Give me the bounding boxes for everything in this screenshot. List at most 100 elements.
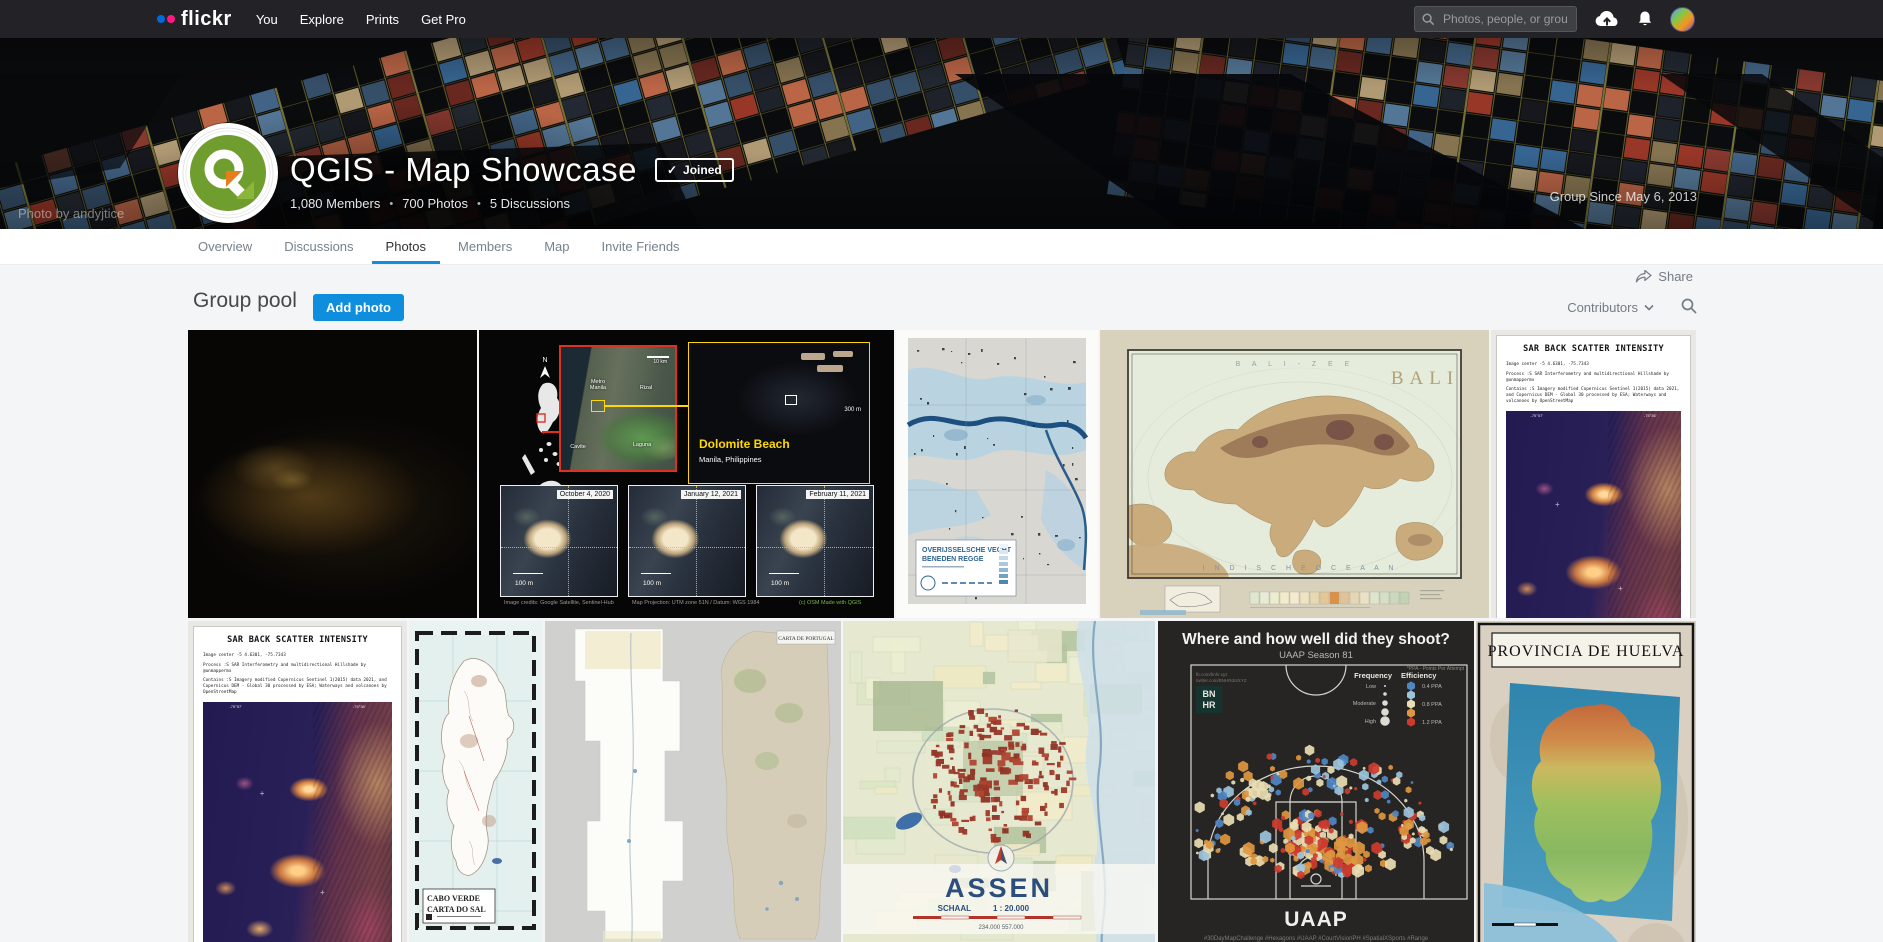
- portugal-country-map: [721, 631, 830, 939]
- yellow-locator-box: [591, 400, 605, 412]
- sar-heatmap: -75°57' -75°36' + +: [1506, 411, 1681, 618]
- tab-map[interactable]: Map: [530, 229, 583, 264]
- margin-legend: [1140, 586, 1444, 615]
- nav-you[interactable]: You: [256, 12, 278, 27]
- huelva-province: [1532, 704, 1661, 902]
- social-link: fb.com/bnhr.xyz: [1196, 672, 1228, 677]
- credit-right: (c) OSM Made with QGIS: [799, 600, 861, 606]
- flickr-logo-text: flickr: [181, 8, 232, 31]
- huelva-map-art: PROVINCIA DE HUELVA: [1476, 621, 1696, 942]
- tab-members[interactable]: Members: [444, 229, 526, 264]
- elevation-colorbar: [1250, 592, 1409, 604]
- stats-separator: •: [477, 198, 481, 210]
- flickr-logo[interactable]: flickr: [157, 8, 232, 31]
- search-input[interactable]: [1441, 11, 1569, 27]
- tab-invite-friends[interactable]: Invite Friends: [588, 229, 694, 264]
- tab-overview[interactable]: Overview: [184, 229, 266, 264]
- discussions-count-link[interactable]: 5 Discussions: [490, 196, 570, 211]
- contributors-filter[interactable]: Contributors: [1561, 299, 1660, 316]
- efficiency-hexes: [1407, 681, 1415, 726]
- nav-explore[interactable]: Explore: [300, 12, 344, 27]
- photo-tile-cabo-verde-map[interactable]: CABO VERDE CARTA DO SAL: [409, 621, 542, 942]
- nav-get-pro[interactable]: Get Pro: [421, 12, 466, 27]
- graticule-cross: +: [1555, 500, 1560, 509]
- ship-shape: [801, 353, 825, 360]
- flickr-logo-blue-dot: [157, 15, 165, 23]
- sar-meta-line: Contains :S Imagery modified Copernicus …: [1506, 387, 1681, 404]
- graticule-cross: +: [320, 888, 325, 897]
- tab-discussions[interactable]: Discussions: [270, 229, 367, 264]
- group-avatar[interactable]: [178, 123, 278, 223]
- contributors-label: Contributors: [1567, 300, 1638, 315]
- sea-label-bottom: I N D I S C H E O C E A A N: [1203, 565, 1398, 572]
- ship-shape: [833, 351, 853, 357]
- group-tab-bar: Overview Discussions Photos Members Map …: [0, 229, 1883, 265]
- chevron-down-icon: [1644, 304, 1654, 311]
- sar-title: SAR BACK SCATTER INTENSITY: [1506, 344, 1681, 354]
- map-label: Rizal: [631, 385, 661, 391]
- photo-tile-dark-terrain[interactable]: [188, 330, 477, 618]
- qgis-logo-icon: [180, 125, 276, 221]
- sar-heatmap: -75°57' -75°36' + +: [203, 702, 392, 942]
- legend-efficiency-title: Efficiency: [1401, 671, 1437, 680]
- assen-title: ASSEN: [945, 873, 1053, 903]
- vecht-map-art: OVERIJSSELSCHE VECHT BENEDEN REGGE: [896, 330, 1098, 618]
- pool-heading: Group pool: [193, 289, 297, 313]
- timeseries-closeup-1: October 4, 2020 100 m: [500, 485, 618, 597]
- ship-shape: [817, 365, 843, 372]
- legend-title-1: OVERIJSSELSCHE VECHT: [922, 547, 1012, 554]
- portugal-label: CARTA DE PORTUGAL: [778, 636, 834, 642]
- closeup-scale-label: 100 m: [643, 580, 661, 587]
- photo-tile-basketball-shot-chart[interactable]: Where and how well did they shoot? UAAP …: [1158, 621, 1474, 942]
- cabo-verde-map-art: CABO VERDE CARTA DO SAL: [409, 621, 542, 942]
- group-stats: 1,080 Members • 700 Photos • 5 Discussio…: [290, 196, 734, 211]
- add-photo-button[interactable]: Add photo: [313, 294, 404, 321]
- bnhr-line-2: HR: [1203, 700, 1216, 710]
- photos-count-link[interactable]: 700 Photos: [402, 196, 468, 211]
- photo-tile-portugal-maps[interactable]: CARTA DE PORTUGAL: [545, 621, 841, 942]
- tab-photos[interactable]: Photos: [372, 229, 440, 264]
- coordinate-label: -75°36': [1644, 413, 1657, 418]
- photo-tile-sar-map-1[interactable]: SAR BACK SCATTER INTENSITY Image center …: [1491, 330, 1696, 618]
- search-icon: [1422, 13, 1435, 26]
- navbar-left: flickr You Explore Prints Get Pro: [0, 8, 466, 31]
- legend-title-2: BENEDEN REGGE: [922, 556, 984, 563]
- nav-prints[interactable]: Prints: [366, 12, 399, 27]
- map-label: Metro Manila: [583, 379, 613, 392]
- group-pool-content: Share Group pool Add photo Contributors …: [0, 265, 1883, 942]
- scale-bar: [1492, 923, 1558, 926]
- chart-hashtags: #30DayMapChallenge #Hexagons #UAAP #Cour…: [1204, 936, 1429, 942]
- map-scalebar: [647, 356, 669, 358]
- share-button[interactable]: Share: [1635, 269, 1693, 284]
- social-link: twitter.com/BNHRdotXYZ: [1196, 678, 1247, 683]
- global-search[interactable]: [1414, 6, 1577, 32]
- photo-tile-huelva-map[interactable]: PROVINCIA DE HUELVA: [1476, 621, 1696, 942]
- photo-tile-dolomite-beach[interactable]: N Metro Manila Rizal Cavite Laguna: [479, 330, 894, 618]
- upload-cloud-icon[interactable]: [1594, 10, 1620, 28]
- closeup-scale-label: 100 m: [771, 580, 789, 587]
- portugal-maps-art: CARTA DE PORTUGAL: [545, 621, 841, 942]
- timeseries-closeup-3: February 11, 2021 100 m: [756, 485, 874, 597]
- closeup-scalebar: [769, 573, 799, 575]
- group-identity-text: QGIS - Map Showcase ✓ Joined 1,080 Membe…: [290, 123, 734, 211]
- notifications-bell-icon[interactable]: [1637, 10, 1653, 28]
- pool-search-icon[interactable]: [1681, 298, 1697, 314]
- closeup-scalebar: [641, 573, 671, 575]
- members-count-link[interactable]: 1,080 Members: [290, 196, 380, 211]
- eff-mid-label: 0.8 PPA: [1422, 702, 1442, 708]
- date-chip: February 11, 2021: [806, 490, 869, 499]
- user-avatar[interactable]: [1670, 7, 1695, 32]
- title-box: PROVINCIA DE HUELVA: [1488, 633, 1685, 667]
- yellow-connector-line: [605, 405, 688, 407]
- compass-rose: [988, 845, 1014, 871]
- credit-mid: Map Projection: UTM zone 51N / Datum: WG…: [632, 600, 759, 606]
- photo-tile-sar-map-2[interactable]: SAR BACK SCATTER INTENSITY Image center …: [188, 621, 407, 942]
- photo-tile-bali-vintage-map[interactable]: B A L I - Z E E BALI I N D I S C H E O C…: [1100, 330, 1489, 618]
- share-label: Share: [1658, 269, 1693, 284]
- joined-button[interactable]: ✓ Joined: [655, 158, 734, 182]
- photo-tile-vecht-flood-map[interactable]: OVERIJSSELSCHE VECHT BENEDEN REGGE: [896, 330, 1098, 618]
- group-title: QGIS - Map Showcase: [290, 151, 637, 189]
- share-icon: [1635, 269, 1652, 284]
- photo-tile-assen-city-map[interactable]: ASSEN SCHAAL 1 : 20.000 234.000 557.000: [843, 621, 1155, 942]
- portugal-label-chip: CARTA DE PORTUGAL: [777, 631, 835, 644]
